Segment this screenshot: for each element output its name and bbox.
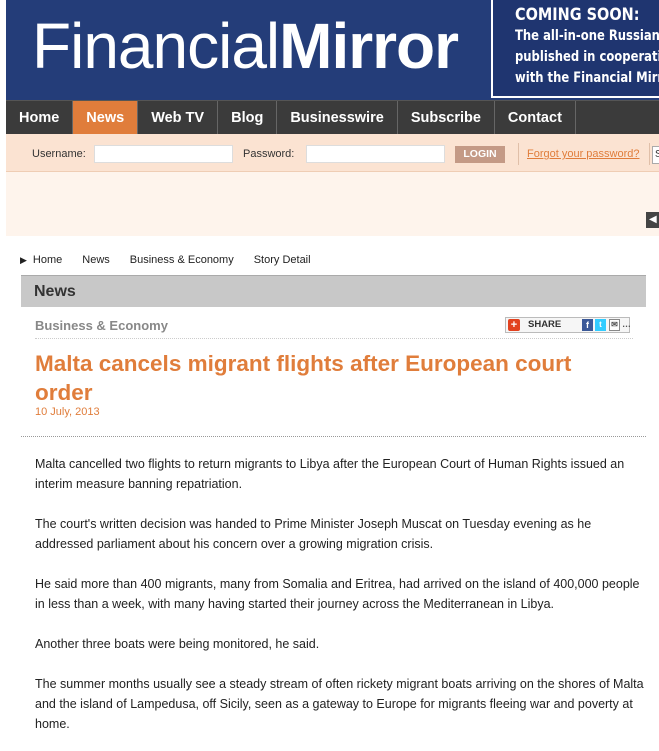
article-paragraph: The court's written decision was handed … — [35, 517, 592, 551]
article-date: 10 July, 2013 — [35, 406, 100, 418]
breadcrumb-home[interactable]: Home — [33, 254, 62, 266]
email-icon[interactable]: ✉ — [609, 319, 620, 331]
nav-subscribe[interactable]: Subscribe — [398, 101, 495, 135]
twitter-icon[interactable]: t — [595, 319, 606, 331]
password-field[interactable] — [306, 145, 445, 163]
promo-banner[interactable]: COMING SOON: The all-in-one Russian publ… — [491, 0, 659, 98]
article-category[interactable]: Business & Economy — [35, 318, 168, 333]
breadcrumb-news[interactable]: News — [82, 254, 110, 266]
breadcrumb-business-economy[interactable]: Business & Economy — [130, 254, 234, 266]
share-label: SHARE — [528, 319, 562, 330]
addthis-plus-icon: + — [508, 319, 520, 331]
article-headline: Malta cancels migrant flights after Euro… — [35, 351, 572, 405]
promo-line: The all-in-one Russian — [515, 28, 659, 44]
more-icon[interactable]: … — [622, 319, 631, 329]
article-paragraph: Malta cancelled two flights to return mi… — [35, 457, 625, 491]
nav-web-tv[interactable]: Web TV — [138, 101, 219, 135]
promo-line: with the Financial Mirr — [515, 70, 659, 86]
site-logo[interactable]: FinancialMirror — [32, 6, 459, 86]
username-label: Username: — [32, 148, 86, 160]
password-label: Password: — [243, 148, 295, 160]
ad-banner-area — [6, 172, 659, 236]
logo-part1: Financial — [32, 10, 280, 82]
site-header: FinancialMirror COMING SOON: The all-in-… — [6, 0, 659, 100]
logo-part2: Mirror — [279, 10, 459, 82]
nav-businesswire[interactable]: Businesswire — [277, 101, 398, 135]
divider — [35, 338, 633, 339]
facebook-icon[interactable]: f — [582, 319, 593, 331]
promo-line: published in cooperatio — [515, 49, 659, 65]
nav-contact[interactable]: Contact — [495, 101, 576, 135]
promo-title: COMING SOON: — [515, 5, 640, 25]
breadcrumb: ▶ Home News Business & Economy Story Det… — [20, 254, 331, 266]
forgot-password-link[interactable]: Forgot your password? — [527, 148, 640, 160]
scroll-arrow-icon[interactable]: ◀ — [646, 212, 659, 228]
divider — [21, 436, 646, 437]
chevron-right-icon: ▶ — [20, 254, 27, 265]
nav-home[interactable]: Home — [6, 101, 74, 135]
search-field[interactable]: S — [652, 146, 659, 164]
login-button[interactable]: LOGIN — [455, 146, 505, 163]
nav-news[interactable]: News — [73, 101, 139, 135]
article-paragraph: The summer months usually see a steady s… — [35, 677, 644, 731]
share-button[interactable]: + SHARE f t ✉ … — [505, 317, 631, 333]
divider — [518, 143, 519, 165]
breadcrumb-story-detail: Story Detail — [253, 254, 311, 266]
section-header: News — [21, 275, 646, 307]
article-paragraph: He said more than 400 migrants, many fro… — [35, 577, 640, 611]
section-title: News — [34, 283, 76, 300]
article-body: Malta cancelled two flights to return mi… — [35, 454, 645, 751]
nav-blog[interactable]: Blog — [218, 101, 278, 135]
article-paragraph: Another three boats were being monitored… — [35, 637, 320, 651]
username-field[interactable] — [94, 145, 233, 163]
login-bar: Username: Password: LOGIN Forgot your pa… — [6, 134, 659, 172]
main-nav: Home News Web TV Blog Businesswire Subsc… — [6, 100, 659, 135]
divider — [649, 143, 650, 165]
